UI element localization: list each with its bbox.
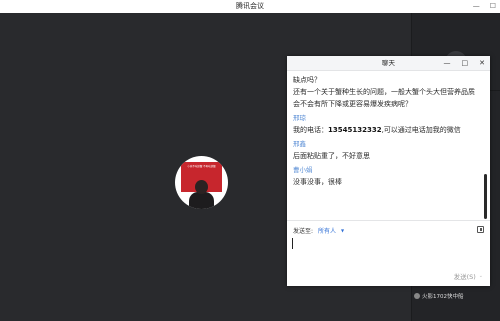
send-to-row: 发送至: 所有人 ▼	[293, 226, 344, 235]
message-text-prefix: 我的电话：	[293, 126, 328, 134]
close-icon[interactable]: ✕	[479, 56, 485, 71]
message-composer: 发送至: 所有人 ▼ 发送(S) ⌄	[287, 220, 490, 286]
message-text: 没事没事，很棒	[293, 178, 342, 186]
chat-panel: 聊天 — □ ✕ 缺点吗？ 还有一个关于蟹种生长的问题，一般大蟹个头大但营养品质…	[287, 56, 490, 286]
message-text: 我的电话：13545132332,可以通过电话加我的微信	[293, 124, 478, 136]
message-input[interactable]	[292, 238, 293, 249]
send-button-group: 发送(S) ⌄	[454, 271, 483, 281]
speaker-avatar[interactable]: 小孩不吃螃蟹 不再吃螃蟹	[175, 156, 228, 209]
window-controls: — ☐	[473, 0, 496, 13]
app-titlebar: 腾讯会议 — ☐	[0, 0, 500, 13]
message-text: 缺点吗？	[293, 76, 321, 84]
mic-icon	[414, 293, 420, 299]
avatar-person-body	[189, 192, 214, 209]
message-text-suffix: ,可以通过电话加我的微信	[381, 126, 461, 134]
message-text: 后面粘贴重了，不好意思	[293, 152, 370, 160]
recipient-select[interactable]: 所有人	[318, 226, 336, 235]
participant-name: 火影1702快中船	[422, 294, 464, 300]
send-to-label: 发送至:	[293, 228, 314, 235]
maximize-icon[interactable]: □	[462, 56, 469, 71]
send-button[interactable]: 发送(S)	[454, 271, 476, 281]
participant-name-tag: 火影1702快中船	[414, 292, 464, 300]
minimize-icon[interactable]: —	[444, 56, 451, 71]
message-sender[interactable]: 邢琼	[293, 112, 478, 124]
export-chat-icon[interactable]	[477, 226, 484, 233]
chat-window-controls: — □ ✕	[444, 56, 486, 71]
chevron-down-icon[interactable]: ▼	[341, 228, 344, 233]
message-sender[interactable]: 邢鑫	[293, 138, 478, 150]
avatar-caption: 小孩不吃螃蟹 不再吃螃蟹	[187, 165, 216, 168]
phone-number: 13545132332	[328, 126, 382, 134]
message-sender[interactable]: 曹小娟	[293, 164, 478, 176]
message-text: 还有一个关于蟹种生长的问题，一般大蟹个头大但营养品质会不会有所下降或更容易爆发疾…	[293, 88, 475, 108]
chat-header: 聊天 — □ ✕	[287, 56, 490, 71]
maximize-icon[interactable]: ☐	[490, 0, 496, 13]
minimize-icon[interactable]: —	[473, 0, 480, 13]
app-title: 腾讯会议	[236, 2, 264, 10]
message-scrollbar[interactable]	[484, 174, 487, 219]
avatar-person-head	[195, 180, 208, 194]
send-options-icon[interactable]: ⌄	[479, 273, 483, 279]
